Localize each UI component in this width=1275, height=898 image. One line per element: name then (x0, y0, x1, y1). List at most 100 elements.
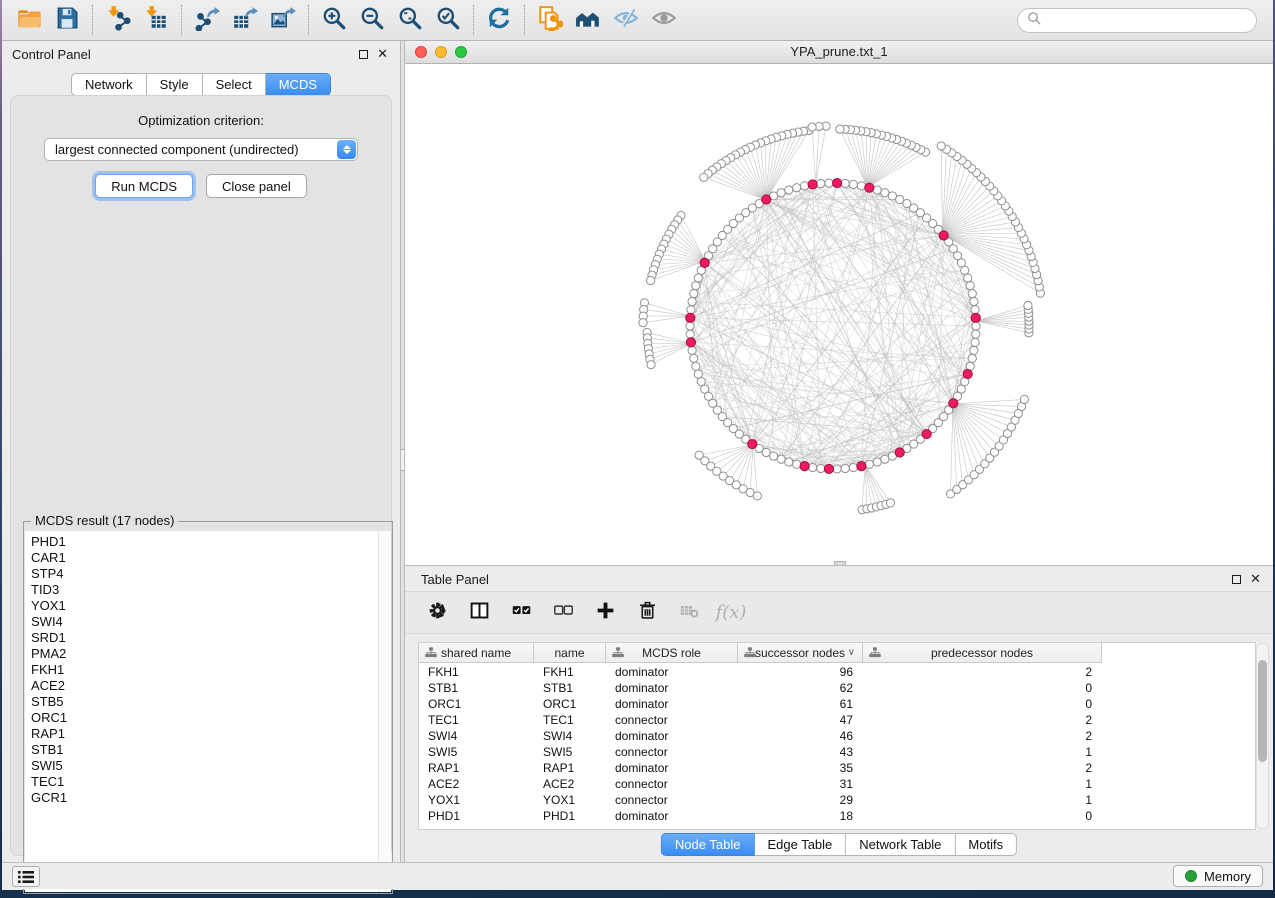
mcds-result-item[interactable]: TID3 (25, 582, 391, 598)
table-cell[interactable]: ACE2 (419, 776, 534, 792)
mcds-result-item[interactable]: PHD1 (25, 534, 391, 550)
network-node[interactable] (841, 464, 849, 472)
mcds-result-item[interactable]: SWI4 (25, 614, 391, 630)
export-network-button[interactable] (188, 3, 226, 37)
memory-button[interactable]: Memory (1173, 865, 1263, 887)
table-cell[interactable]: 46 (738, 728, 863, 744)
mcds-dominator-node[interactable] (857, 462, 866, 471)
mcds-dominator-node[interactable] (686, 338, 695, 347)
first-neighbors-button[interactable] (569, 3, 607, 37)
network-node[interactable] (881, 455, 889, 463)
mcds-result-item[interactable]: CAR1 (25, 550, 391, 566)
network-node[interactable] (785, 458, 793, 466)
network-window-titlebar[interactable]: YPA_prune.txt_1 (405, 41, 1273, 64)
network-node[interactable] (836, 125, 844, 133)
mcds-result-item[interactable]: TEC1 (25, 774, 391, 790)
table-cell[interactable]: dominator (606, 728, 738, 744)
mcds-result-item[interactable]: SRD1 (25, 630, 391, 646)
tab-node-table[interactable]: Node Table (661, 833, 755, 856)
table-cell[interactable]: STB1 (534, 680, 606, 696)
network-node[interactable] (686, 322, 694, 330)
table-cell[interactable]: connector (606, 776, 738, 792)
table-cell[interactable]: 1 (863, 776, 1102, 792)
column-header-predecessor-nodes[interactable]: predecessor nodes (863, 643, 1102, 663)
sort-chevron-icon[interactable]: ∨ (848, 647, 855, 658)
task-history-button[interactable] (12, 866, 40, 887)
table-cell[interactable]: 0 (863, 680, 1102, 696)
add-column-button[interactable] (593, 601, 617, 625)
table-cell[interactable]: connector (606, 744, 738, 760)
search-box[interactable] (1017, 8, 1257, 33)
table-cell[interactable]: FKH1 (534, 664, 606, 680)
import-network-button[interactable] (99, 3, 137, 37)
mcds-result-item[interactable]: PMA2 (25, 646, 391, 662)
network-node[interactable] (809, 463, 817, 471)
table-cell[interactable]: dominator (606, 760, 738, 776)
network-node[interactable] (865, 460, 873, 468)
table-cell[interactable]: 31 (738, 776, 863, 792)
network-node[interactable] (694, 370, 702, 378)
network-node[interactable] (968, 354, 976, 362)
mcds-result-item[interactable]: ACE2 (25, 678, 391, 694)
table-cell[interactable]: 1 (863, 744, 1102, 760)
mcds-dominator-node[interactable] (922, 429, 931, 438)
network-node[interactable] (688, 346, 696, 354)
run-mcds-button[interactable]: Run MCDS (95, 174, 193, 198)
open-session-button[interactable] (10, 3, 48, 37)
network-node[interactable] (972, 322, 980, 330)
tab-select[interactable]: Select (203, 73, 266, 96)
network-node[interactable] (785, 186, 793, 194)
network-node[interactable] (646, 276, 654, 284)
show-all-button[interactable] (645, 3, 683, 37)
table-cell[interactable]: dominator (606, 696, 738, 712)
mcds-result-item[interactable]: STP4 (25, 566, 391, 582)
network-node[interactable] (817, 464, 825, 472)
table-cell[interactable]: ACE2 (534, 776, 606, 792)
zoom-out-button[interactable] (353, 3, 391, 37)
column-header-name[interactable]: name (534, 643, 606, 663)
table-cell[interactable]: STB1 (419, 680, 534, 696)
table-cell[interactable]: SWI5 (534, 744, 606, 760)
table-cell[interactable]: connector (606, 712, 738, 728)
mcds-result-item[interactable]: YOX1 (25, 598, 391, 614)
network-node[interactable] (970, 346, 978, 354)
network-node[interactable] (692, 362, 700, 370)
vertical-splitter-grip[interactable] (401, 449, 404, 471)
table-cell[interactable]: RAP1 (534, 760, 606, 776)
network-node[interactable] (886, 499, 894, 507)
table-cell[interactable]: PHD1 (534, 808, 606, 824)
tab-edge-table[interactable]: Edge Table (754, 833, 846, 856)
save-session-button[interactable] (48, 3, 86, 37)
delete-column-button[interactable] (635, 601, 659, 625)
table-cell[interactable]: RAP1 (419, 760, 534, 776)
import-table-button[interactable] (137, 3, 175, 37)
network-node[interactable] (873, 458, 881, 466)
table-cell[interactable]: dominator (606, 680, 738, 696)
table-cell[interactable]: 2 (863, 728, 1102, 744)
network-node[interactable] (753, 492, 761, 500)
network-node[interactable] (690, 354, 698, 362)
network-node[interactable] (857, 182, 865, 190)
network-node[interactable] (769, 452, 777, 460)
mcds-result-item[interactable]: RAP1 (25, 726, 391, 742)
network-node[interactable] (966, 282, 974, 290)
table-cell[interactable]: 43 (738, 744, 863, 760)
mcds-dominator-node[interactable] (832, 178, 841, 187)
network-node[interactable] (888, 192, 896, 200)
table-cell[interactable]: 0 (863, 808, 1102, 824)
network-node[interactable] (687, 306, 695, 314)
refresh-layout-button[interactable] (480, 3, 518, 37)
network-node[interactable] (793, 460, 801, 468)
mcds-result-item[interactable]: FKH1 (25, 662, 391, 678)
network-node[interactable] (841, 179, 849, 187)
network-node[interactable] (690, 290, 698, 298)
table-cell[interactable]: 96 (738, 664, 863, 680)
column-header-shared-name[interactable]: shared name (419, 643, 534, 663)
mcds-dominator-node[interactable] (700, 258, 709, 267)
float-table-panel-icon[interactable] (1232, 575, 1241, 584)
deselect-all-rows-button[interactable] (551, 601, 575, 625)
table-cell[interactable]: TEC1 (419, 712, 534, 728)
float-panel-icon[interactable] (359, 50, 368, 59)
table-cell[interactable]: SWI4 (419, 728, 534, 744)
table-cell[interactable]: 2 (863, 760, 1102, 776)
